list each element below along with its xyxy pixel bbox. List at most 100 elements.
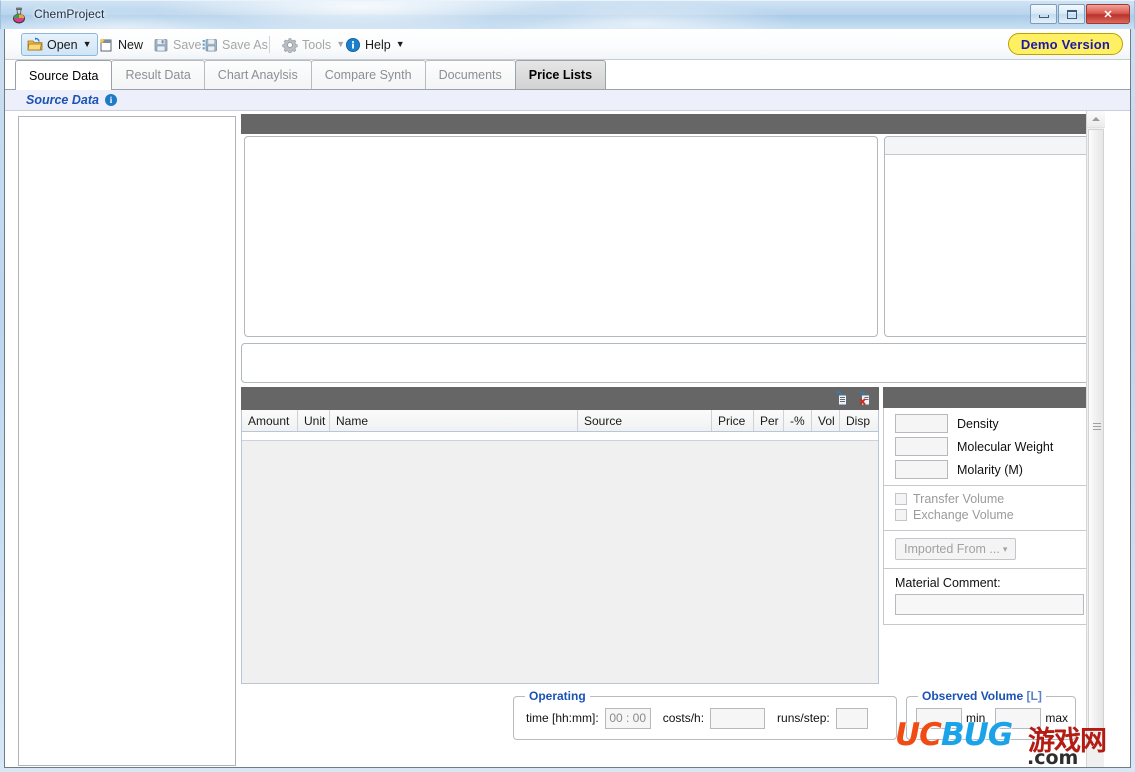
open-label: Open xyxy=(47,37,78,52)
tools-label: Tools xyxy=(302,37,332,52)
density-input[interactable] xyxy=(895,414,948,433)
costs-input[interactable] xyxy=(710,707,766,729)
exchange-volume-checkbox[interactable] xyxy=(895,509,907,521)
volume-max-input[interactable] xyxy=(995,707,1042,729)
minimize-button[interactable] xyxy=(1030,4,1057,24)
info-icon[interactable]: i xyxy=(104,94,117,106)
molarity-input[interactable] xyxy=(895,460,948,479)
properties-header-bar xyxy=(883,387,1099,408)
physical-properties-section: Density Molecular Weight Molarity (M) xyxy=(883,408,1099,486)
column-per[interactable]: Per xyxy=(754,410,784,431)
density-label: Density xyxy=(957,416,999,431)
tab-result-data[interactable]: Result Data xyxy=(111,60,205,89)
transfer-volume-checkbox[interactable] xyxy=(895,493,907,505)
notes-box[interactable] xyxy=(241,343,1099,383)
maximize-icon xyxy=(1066,9,1077,19)
time-label: time [hh:mm]: xyxy=(526,711,599,725)
help-button[interactable]: Help ▼ xyxy=(340,33,410,56)
exchange-volume-label: Exchange Volume xyxy=(913,508,1014,522)
scroll-up-icon xyxy=(1092,117,1100,121)
column-discount[interactable]: -% xyxy=(784,410,812,431)
imported-from-label: Imported From ... xyxy=(904,542,1000,556)
maximize-button[interactable] xyxy=(1058,4,1085,24)
save-as-icon xyxy=(202,38,217,51)
delete-material-icon[interactable] xyxy=(857,390,873,407)
section-header: Source Data i xyxy=(5,90,1130,111)
molarity-row: Molarity (M) xyxy=(895,460,1098,479)
column-amount[interactable]: Amount xyxy=(242,410,298,431)
molecular-weight-input[interactable] xyxy=(895,437,948,456)
new-label: New xyxy=(118,37,144,52)
scroll-up-button[interactable] xyxy=(1087,111,1105,128)
column-name[interactable]: Name xyxy=(330,410,578,431)
open-button[interactable]: Open ▼ xyxy=(21,33,98,56)
molecular-weight-row: Molecular Weight xyxy=(895,437,1098,456)
column-price[interactable]: Price xyxy=(712,410,754,431)
runs-input[interactable] xyxy=(835,707,868,729)
observed-volume-title-text: Observed Volume xyxy=(922,689,1024,703)
tab-compare-synth[interactable]: Compare Synth xyxy=(310,60,426,89)
costs-label: costs/h: xyxy=(662,711,705,725)
table-body xyxy=(242,441,878,683)
imported-from-button[interactable]: Imported From ... ▾ xyxy=(895,538,1017,560)
window-controls: ✕ xyxy=(1029,4,1130,24)
main-panel: Amount Unit Name Source Price Per -% Vol… xyxy=(238,111,1105,767)
tab-price-lists[interactable]: Price Lists xyxy=(514,60,607,89)
material-list-box[interactable] xyxy=(884,136,1099,337)
observed-volume-unit: [L] xyxy=(1026,689,1042,703)
operating-group-title: Operating xyxy=(525,689,590,703)
minimize-icon xyxy=(1038,15,1049,18)
molarity-label: Molarity (M) xyxy=(957,462,1023,477)
bottom-panel: Operating time [hh:mm]: 00 : 00 costs/h:… xyxy=(241,686,1099,764)
scrollbar-thumb[interactable] xyxy=(1088,129,1104,729)
density-row: Density xyxy=(895,414,1098,433)
materials-table[interactable]: Amount Unit Name Source Price Per -% Vol… xyxy=(241,410,879,684)
operating-group: Operating time [hh:mm]: 00 : 00 costs/h:… xyxy=(513,689,897,740)
demo-version-badge: Demo Version xyxy=(1007,33,1123,55)
save-as-label: Save As xyxy=(222,37,268,52)
table-toolbar xyxy=(241,387,879,410)
runs-label: runs/step: xyxy=(777,711,830,725)
save-disk-icon xyxy=(154,38,168,51)
volume-options-section: Transfer Volume Exchange Volume xyxy=(883,486,1099,531)
tab-source-data[interactable]: Source Data xyxy=(15,60,113,90)
table-header-row: Amount Unit Name Source Price Per -% Vol… xyxy=(242,410,878,432)
observed-volume-group-title: Observed Volume [L] xyxy=(918,689,1046,703)
tab-bar: Source Data Result Data Chart Anaylsis C… xyxy=(5,60,1130,90)
material-comment-input[interactable] xyxy=(895,594,1084,615)
transfer-volume-row[interactable]: Transfer Volume xyxy=(895,492,1098,506)
transfer-volume-label: Transfer Volume xyxy=(913,492,1005,506)
new-file-icon xyxy=(99,37,112,51)
window-title: ChemProject xyxy=(34,7,105,21)
page-title: Source Data xyxy=(26,93,99,107)
material-list-header xyxy=(885,137,1098,155)
close-button[interactable]: ✕ xyxy=(1086,4,1130,24)
client-area: Open ▼ New Save Save As Tools ▼ Help ▼ D… xyxy=(4,29,1131,768)
volume-min-input[interactable] xyxy=(916,707,962,729)
content-area: Amount Unit Name Source Price Per -% Vol… xyxy=(5,111,1130,767)
tab-chart-analysis[interactable]: Chart Anaylsis xyxy=(203,60,312,89)
vertical-scrollbar[interactable] xyxy=(1086,111,1105,767)
copy-material-icon[interactable] xyxy=(834,390,850,407)
material-comment-label: Material Comment: xyxy=(895,576,1001,590)
synthesis-editor-box[interactable] xyxy=(244,136,878,337)
tab-documents[interactable]: Documents xyxy=(424,60,516,89)
new-button[interactable]: New xyxy=(93,33,148,56)
help-label: Help xyxy=(365,37,391,52)
source-data-list[interactable] xyxy=(18,116,236,766)
toolbar-separator xyxy=(269,36,270,53)
info-icon xyxy=(346,37,360,52)
chevron-down-icon: ▾ xyxy=(1002,543,1008,554)
save-as-button[interactable]: Save As xyxy=(197,33,273,56)
column-vol[interactable]: Vol xyxy=(812,410,840,431)
volume-min-label: min xyxy=(966,711,986,725)
close-icon: ✕ xyxy=(1103,8,1113,21)
main-toolbar: Open ▼ New Save Save As Tools ▼ Help ▼ D… xyxy=(5,29,1130,60)
exchange-volume-row[interactable]: Exchange Volume xyxy=(895,508,1098,522)
title-bar: ChemProject ✕ xyxy=(0,0,1135,29)
table-row[interactable] xyxy=(242,432,878,441)
column-unit[interactable]: Unit xyxy=(298,410,330,431)
time-input[interactable]: 00 : 00 xyxy=(604,707,651,729)
column-source[interactable]: Source xyxy=(578,410,712,431)
column-disp[interactable]: Disp xyxy=(840,410,878,431)
